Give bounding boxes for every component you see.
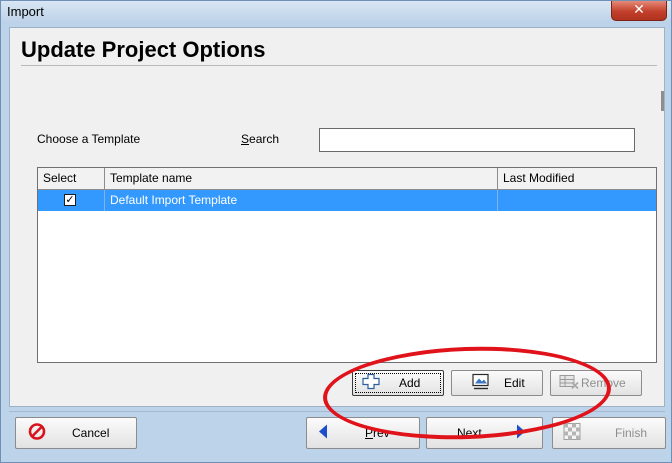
add-cross-icon [362,373,380,393]
column-header-template-name[interactable]: Template name [105,168,498,189]
remove-grid-icon [559,374,579,393]
prev-label-text: rev [373,426,390,440]
prev-label-mnemonic: P [365,426,374,440]
import-dialog: Import ✕ Update Project Options Choose a… [0,0,672,463]
column-header-select[interactable]: Select [38,168,105,189]
search-label: Search [241,132,279,146]
close-button[interactable]: ✕ [611,1,667,21]
page-title: Update Project Options [21,37,266,62]
next-button-label: Next [457,426,482,440]
choose-template-label: Choose a Template [37,132,141,146]
finish-button[interactable]: Finish [552,417,666,449]
next-button[interactable]: Next [426,417,543,449]
arrow-left-icon [317,424,329,443]
edit-button-label: Edit [504,376,525,390]
row-template-name[interactable]: Default Import Template [105,190,498,211]
edit-template-button[interactable]: Edit [451,370,543,396]
column-header-last-modified[interactable]: Last Modified [498,168,656,189]
template-grid: Select Template name Last Modified ✓ Def… [37,167,657,363]
select-checkbox[interactable]: ✓ [64,194,76,206]
cancel-button-label: Cancel [72,426,110,440]
next-label-mnemonic: N [457,426,466,440]
cancel-circle-icon [28,423,46,444]
title-bar[interactable]: Import ✕ [1,1,671,23]
remove-template-button[interactable]: Remove [550,370,642,396]
footer-divider [9,411,665,412]
scroll-indicator [661,91,664,111]
add-button-label: Add [399,376,421,390]
window-title: Import [7,4,44,19]
finish-button-label: Finish [615,426,648,440]
title-divider [21,65,657,66]
row-last-modified[interactable] [498,190,656,211]
close-icon: ✕ [633,2,645,18]
finish-checkered-icon [563,423,581,444]
table-row[interactable]: ✓ Default Import Template [38,190,656,211]
row-select-cell[interactable]: ✓ [38,190,105,211]
grid-header: Select Template name Last Modified [38,168,656,190]
prev-button-label: Prev [365,426,390,440]
edit-image-icon [472,373,490,393]
cancel-button[interactable]: Cancel [15,417,137,449]
add-template-button[interactable]: Add [352,370,444,396]
arrow-right-icon [515,424,527,443]
search-label-mnemonic: S [241,132,250,146]
search-input[interactable] [319,128,635,152]
remove-button-label: Remove [581,376,626,390]
prev-button[interactable]: Prev [306,417,420,449]
next-label-text: ext [465,426,482,440]
search-label-text: earch [249,132,280,146]
